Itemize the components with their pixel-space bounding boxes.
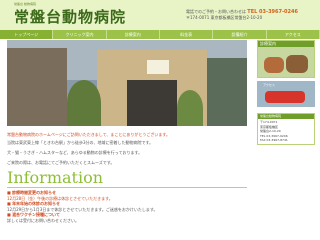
intro-paragraph: ご来院の際は、お電話にてご予約いただくとスムーズです。	[7, 160, 115, 165]
site-logo[interactable]: 常盤台動物病院	[14, 6, 126, 27]
info-item-head: 年末年始の休診のお知らせ	[12, 201, 60, 206]
header: 常盤台 動物病院 常盤台動物病院 電話でのご予約・お問い合わせは TEL 03-…	[0, 0, 320, 30]
nav-item-fees[interactable]: 料金表	[160, 30, 214, 39]
nav-item-access[interactable]: アクセス	[267, 30, 320, 39]
intro-paragraph: 犬・猫・うさぎ・ハムスターなど、あらゆる動物の診療を行っております。	[7, 150, 143, 155]
main-nav: トップページ クリニック案内 診療案内 料金表 設備紹介 アクセス	[0, 30, 320, 39]
info-item-body: 詳しくは受付にお問い合わせください。	[7, 217, 79, 223]
intro-paragraph: 当院は東武東上線「ときわ台駅」から徒歩3分の、地域に密着した動物病院です。	[7, 140, 154, 145]
header-contact: 電話でのご予約・お問い合わせは TEL 03-3967-0246 〒174-00…	[186, 9, 298, 21]
info-item-head: 診療時間変更のお知らせ	[12, 190, 56, 195]
info-line: FAX 03-3967-8741	[260, 138, 288, 142]
access-banner-label: アクセス	[263, 83, 275, 87]
page: 常盤台 動物病院 常盤台動物病院 電話でのご予約・お問い合わせは TEL 03-…	[0, 0, 320, 240]
contact-note: 電話でのご予約・お問い合わせは	[186, 9, 246, 14]
sidebar: 診療案内 アクセス 常盤台動物病院 〒174-0071 東京都板橋区 常盤台2-…	[257, 40, 315, 145]
nav-item-top[interactable]: トップページ	[0, 30, 54, 39]
sidebar-treatment-box[interactable]: 診療案内	[257, 40, 315, 78]
nav-item-clinic[interactable]: クリニック案内	[53, 30, 107, 39]
bullet-icon: ■	[7, 212, 11, 217]
bullet-icon: ■	[7, 190, 11, 195]
info-item-head: 混合ワクチン接種について	[12, 212, 60, 217]
nav-item-equipment[interactable]: 設備紹介	[213, 30, 267, 39]
information-list: ■ 診療時間変更のお知らせ 12月28日（金）午後の診療は休診とさせていただきま…	[7, 190, 247, 223]
sidebar-treatment-photo	[258, 47, 314, 77]
hero-photo	[7, 40, 247, 126]
sidebar-access-banner[interactable]: アクセス	[257, 81, 315, 107]
sidebar-info-box: 常盤台動物病院 〒174-0071 東京都板橋区 常盤台2-10-20 TEL …	[257, 113, 315, 145]
bullet-icon: ■	[7, 201, 11, 206]
address: 〒174-0071 東京都板橋区常盤台2-10-20	[186, 15, 263, 20]
sidebar-info-body: 〒174-0071 東京都板橋区 常盤台2-10-20 TEL 03-3967-…	[258, 119, 314, 144]
intro-heading: 常盤台動物病院のホームページにご訪問いただきまして、まことにありがとうございます…	[7, 132, 170, 137]
information-title: Information	[7, 168, 104, 187]
intro-text: 当院は東武東上線「ときわ台駅」から徒歩3分の、地域に密着した動物病院です。 犬・…	[7, 140, 247, 170]
information-divider	[7, 187, 247, 188]
nav-item-treatment[interactable]: 診療案内	[107, 30, 160, 39]
